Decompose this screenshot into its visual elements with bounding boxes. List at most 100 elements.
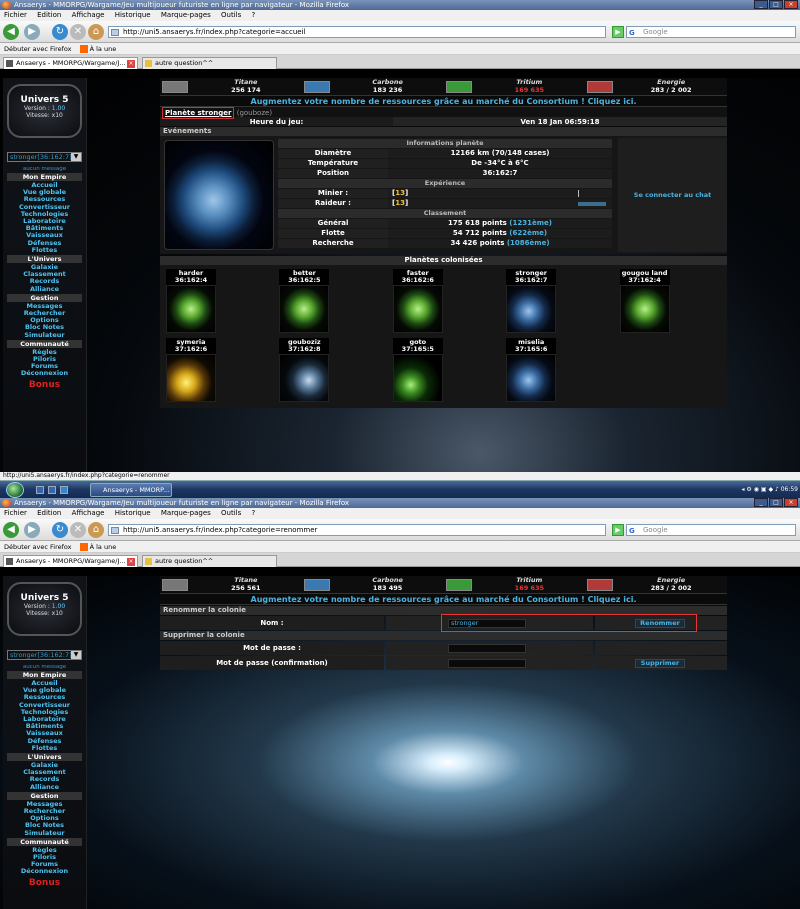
close-button[interactable]: × (784, 0, 798, 9)
menu-affichage[interactable]: Affichage (72, 11, 105, 19)
menu-marque-pages[interactable]: Marque-pages (161, 11, 211, 19)
home-icon[interactable]: ⌂ (88, 24, 104, 40)
bonus-link[interactable]: Bonus (3, 380, 86, 390)
tab-close-icon[interactable]: × (127, 558, 135, 566)
back-icon[interactable]: ◀ (3, 522, 19, 538)
menu-edition[interactable]: Edition (37, 509, 61, 517)
colony-image[interactable] (279, 354, 330, 402)
colony-card[interactable]: faster 36:162:6 (387, 269, 500, 333)
tab-close-icon[interactable]: × (127, 60, 135, 68)
maximize-button[interactable]: □ (769, 0, 783, 9)
messages-status[interactable]: aucun message (3, 664, 86, 670)
colony-image[interactable] (506, 285, 557, 333)
tab-ansaerys[interactable]: Ansaerys - MMORPG/Wargame/J... × (3, 57, 138, 69)
resource-name: Carbone (372, 576, 403, 584)
bookmark-une[interactable]: À la une (90, 543, 117, 551)
colony-card[interactable]: better 36:162:5 (273, 269, 386, 333)
messages-status[interactable]: aucun message (3, 166, 86, 172)
colony-image[interactable] (506, 354, 557, 402)
planet-select[interactable]: stronger[36:162:7] ▼ (7, 650, 82, 660)
search-input[interactable]: G Google (626, 26, 796, 38)
back-icon[interactable]: ◀ (3, 24, 19, 40)
tab-ansaerys[interactable]: Ansaerys - MMORPG/Wargame/J... × (3, 555, 138, 567)
url-bar[interactable]: http://uni5.ansaerys.fr/index.php?catego… (108, 524, 606, 536)
nav-alliance[interactable]: Alliance (3, 783, 86, 791)
menu-fichier[interactable]: Fichier (4, 509, 27, 517)
colony-card[interactable]: miselia 37:165:6 (500, 338, 613, 402)
consortium-banner[interactable]: Augmentez votre nombre de ressources grâ… (160, 594, 727, 605)
info-key: Température (278, 159, 388, 168)
password-confirm-input[interactable] (448, 659, 526, 668)
planet-select[interactable]: stronger[36:162:7] ▼ (7, 152, 82, 162)
forward-icon[interactable]: ▶ (24, 24, 40, 40)
colony-card[interactable]: stronger 36:162:7 (500, 269, 613, 333)
chat-link[interactable]: Se connecter au chat (618, 138, 727, 252)
menu-historique[interactable]: Historique (115, 509, 151, 517)
nav-simulateur[interactable]: Simulateur (3, 829, 86, 837)
colony-image[interactable] (166, 285, 216, 333)
rank-position[interactable]: (1086ème) (507, 239, 550, 247)
colony-card[interactable]: gougou land 37:162:4 (614, 269, 727, 333)
reload-icon[interactable]: ↻ (52, 24, 68, 40)
menu-aide[interactable]: ? (252, 509, 256, 517)
tray-icons[interactable]: ◂ ⚙ ◉ ▣ ◆ ♪ (742, 486, 781, 493)
forward-icon[interactable]: ▶ (24, 522, 40, 538)
reload-icon[interactable]: ↻ (52, 522, 68, 538)
url-bar[interactable]: http://uni5.ansaerys.fr/index.php?catego… (108, 26, 606, 38)
menu-fichier[interactable]: Fichier (4, 11, 27, 19)
rank-position[interactable]: (1231ème) (509, 219, 552, 227)
close-button[interactable]: × (784, 498, 798, 507)
menu-aide[interactable]: ? (252, 11, 256, 19)
colony-image[interactable] (279, 285, 330, 333)
nav-alliance[interactable]: Alliance (3, 285, 86, 293)
chevron-down-icon[interactable]: ▼ (71, 153, 81, 161)
menu-outils[interactable]: Outils (221, 11, 241, 19)
minimize-button[interactable]: _ (754, 498, 768, 507)
bonus-link[interactable]: Bonus (3, 878, 86, 888)
tab-autre-question[interactable]: autre question^^ (142, 555, 277, 567)
delete-button[interactable]: Supprimer (635, 659, 685, 668)
menu-outils[interactable]: Outils (221, 509, 241, 517)
colony-card[interactable]: symeria 37:162:6 (160, 338, 273, 402)
nav-flottes[interactable]: Flottes (3, 744, 86, 752)
start-button[interactable] (6, 482, 24, 498)
colony-image[interactable] (619, 285, 670, 333)
resource-name: Carbone (372, 78, 403, 86)
switch-windows-icon[interactable] (48, 486, 56, 494)
colony-image[interactable] (392, 285, 443, 333)
minimize-button[interactable]: _ (754, 0, 768, 9)
nav-deconnexion[interactable]: Déconnexion (3, 370, 86, 377)
planet-image[interactable] (164, 140, 274, 250)
clock[interactable]: 06:59 (781, 486, 798, 493)
search-input[interactable]: G Google (626, 524, 796, 536)
ie-icon[interactable] (60, 486, 68, 494)
nav-flottes[interactable]: Flottes (3, 246, 86, 254)
colony-card[interactable]: goto 37:165:5 (387, 338, 500, 402)
home-icon[interactable]: ⌂ (88, 522, 104, 538)
colony-image[interactable] (166, 354, 216, 402)
colony-card[interactable]: harder 36:162:4 (160, 269, 273, 333)
go-button[interactable]: ▶ (612, 524, 624, 536)
bookmark-firefox[interactable]: Débuter avec Firefox (4, 45, 72, 53)
consortium-banner[interactable]: Augmentez votre nombre de ressources grâ… (160, 96, 727, 107)
stop-icon[interactable]: ✕ (70, 24, 86, 40)
chevron-down-icon[interactable]: ▼ (71, 651, 81, 659)
rank-position[interactable]: (622ème) (509, 229, 547, 237)
show-desktop-icon[interactable] (36, 486, 44, 494)
maximize-button[interactable]: □ (769, 498, 783, 507)
password-input[interactable] (448, 644, 526, 653)
bookmark-firefox[interactable]: Débuter avec Firefox (4, 543, 72, 551)
colony-card[interactable]: gouboziz 37:162:8 (273, 338, 386, 402)
go-button[interactable]: ▶ (612, 26, 624, 38)
menu-edition[interactable]: Edition (37, 11, 61, 19)
menu-affichage[interactable]: Affichage (72, 509, 105, 517)
menu-historique[interactable]: Historique (115, 11, 151, 19)
nav-deconnexion[interactable]: Déconnexion (3, 868, 86, 875)
colony-image[interactable] (392, 354, 443, 402)
taskbar-firefox-task[interactable]: Ansaerys - MMORP... (90, 483, 172, 497)
bookmark-une[interactable]: À la une (90, 45, 117, 53)
menu-marque-pages[interactable]: Marque-pages (161, 509, 211, 517)
nav-simulateur[interactable]: Simulateur (3, 331, 86, 339)
tab-autre-question[interactable]: autre question^^ (142, 57, 277, 69)
stop-icon[interactable]: ✕ (70, 522, 86, 538)
